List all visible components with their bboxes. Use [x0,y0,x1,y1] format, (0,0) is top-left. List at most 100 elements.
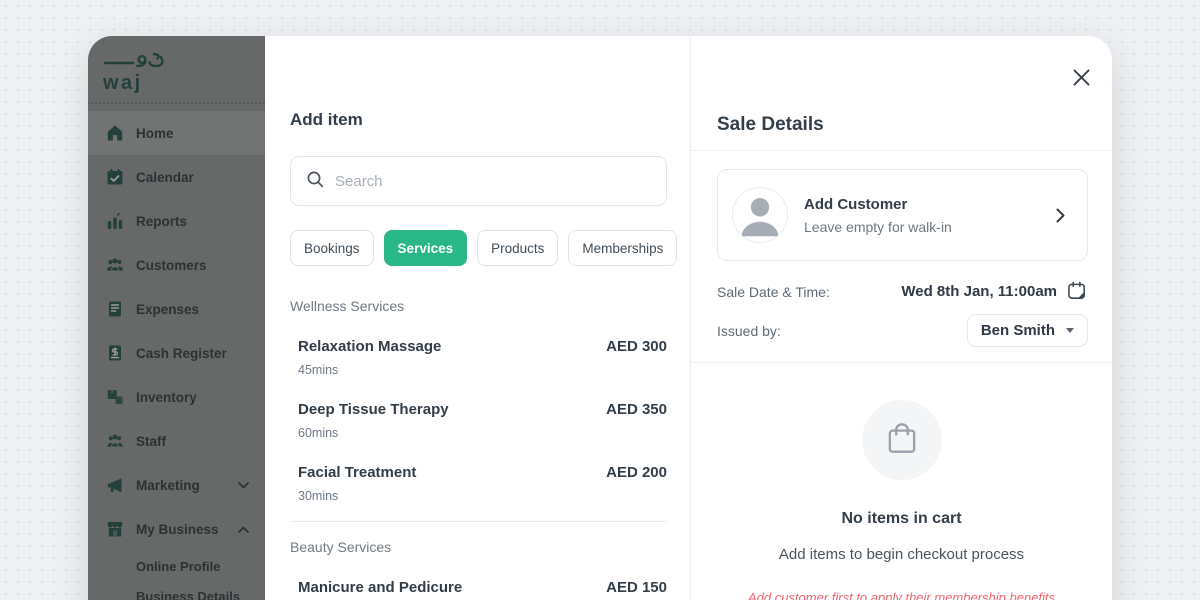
sidebar-item-label: Reports [136,213,188,229]
waj-arabic-mark-icon [103,52,171,71]
reports-icon [106,212,124,230]
sidebar-item-reports[interactable]: Reports [88,199,265,243]
sidebar-nav: Home Calendar Reports Customers Expenses… [88,111,265,600]
expenses-icon [106,300,124,318]
tab-label: Bookings [304,240,360,256]
empty-cart-subtitle: Add items to begin checkout process [778,546,1025,563]
service-name: Deep Tissue Therapy [298,401,449,418]
sidebar-item-marketing[interactable]: Marketing [88,463,265,507]
empty-cart-warning: Add customer first to apply their member… [747,590,1056,600]
sale-details-title: Sale Details [717,114,824,135]
chevron-down-icon [238,481,249,489]
sale-date-row: Sale Date & Time: Wed 8th Jan, 11:00am [717,281,1088,302]
staff-icon [106,432,124,450]
app-window: waj Home Calendar Reports Customers Expe… [88,36,1112,600]
sale-details-panel: Sale Details Add Customer Leave empty fo… [690,36,1112,600]
add-customer-subtitle: Leave empty for walk-in [804,218,952,235]
service-name: Manicure and Pedicure [298,579,463,596]
sale-details-header: Sale Details [691,36,1112,151]
search-box[interactable] [290,156,667,206]
tab-memberships[interactable]: Memberships [568,230,678,266]
issued-by-row: Issued by: Ben Smith [717,314,1088,347]
service-name: Facial Treatment [298,464,417,481]
section-divider [290,521,667,522]
waj-logo: waj [103,51,171,93]
sidebar-item-label: Home [136,125,174,141]
close-button[interactable] [1071,69,1091,91]
add-item-title: Add item [290,110,363,129]
logo-text: waj [103,72,143,94]
home-icon [106,124,124,142]
sidebar-item-calendar[interactable]: Calendar [88,155,265,199]
add-customer-title: Add Customer [804,195,908,213]
sidebar-item-label: Inventory [136,389,197,405]
service-duration: 60mins [298,426,339,440]
service-name: Relaxation Massage [298,338,442,355]
service-section-title: Wellness Services [290,298,405,314]
sidebar-item-home[interactable]: Home [88,111,265,155]
sidebar-item-staff[interactable]: Staff [88,419,265,463]
service-item[interactable]: Deep Tissue Therapy AED 350 60mins [290,401,667,440]
sidebar: waj Home Calendar Reports Customers Expe… [88,36,265,600]
sale-details-body: Add Customer Leave empty for walk-in Sal… [691,151,1112,347]
chevron-right-icon [1056,208,1065,223]
caret-down-icon [1066,328,1074,333]
tab-bookings[interactable]: Bookings [290,230,374,266]
service-item[interactable]: Manicure and Pedicure AED 150 90mins [290,579,667,600]
sidebar-item-label: Calendar [136,169,194,185]
sale-date-label: Sale Date & Time: [717,283,830,300]
calendar-icon [106,168,124,186]
service-price: AED 300 [606,338,667,355]
sidebar-subitem-online-profile[interactable]: Online Profile [88,551,265,581]
sidebar-item-label: Expenses [136,301,200,317]
sidebar-item-label: Customers [136,257,207,273]
tab-products[interactable]: Products [477,230,559,266]
inventory-icon [106,388,124,406]
issued-by-label: Issued by: [717,322,781,339]
shopping-bag-icon [883,419,921,462]
empty-cart-title: No items in cart [841,510,962,527]
calendar-edit-icon[interactable] [1067,281,1088,302]
avatar [732,187,788,243]
item-type-tabs: Bookings Services Products Memberships [290,230,678,266]
sidebar-item-label: Marketing [136,477,200,493]
bag-circle [861,400,942,480]
search-icon [306,170,324,193]
sidebar-item-label: Staff [136,433,166,449]
service-item[interactable]: Facial Treatment AED 200 30mins [290,464,667,503]
issued-by-dropdown[interactable]: Ben Smith [966,314,1088,347]
marketing-icon [106,476,124,494]
add-item-panel: Add item Bookings Services Products [265,36,690,600]
customers-icon [106,256,124,274]
chevron-up-icon [238,526,249,533]
sidebar-item-expenses[interactable]: Expenses [88,287,265,331]
tab-label: Services [397,240,454,256]
sidebar-item-inventory[interactable]: Inventory [88,375,265,419]
cash-register-icon [106,344,124,362]
sidebar-item-my-business[interactable]: My Business [88,507,265,551]
sidebar-divider [88,102,265,104]
close-icon [1073,69,1090,91]
sidebar-item-customers[interactable]: Customers [88,243,265,287]
tab-label: Memberships [582,240,664,256]
service-duration: 45mins [298,363,339,377]
service-duration: 30mins [298,489,339,503]
service-price: AED 200 [606,464,667,481]
sidebar-subitem-business-details[interactable]: Business Details [88,581,265,600]
service-price: AED 350 [606,401,667,418]
page-background: waj Home Calendar Reports Customers Expe… [0,0,1200,600]
sidebar-item-label: Cash Register [136,345,227,361]
add-customer-texts: Add Customer Leave empty for walk-in [804,196,952,235]
issued-by-value: Ben Smith [980,322,1055,339]
service-item[interactable]: Relaxation Massage AED 300 45mins [290,338,667,377]
sidebar-item-cash-register[interactable]: Cash Register [88,331,265,375]
my-business-icon [106,520,124,538]
add-customer-card[interactable]: Add Customer Leave empty for walk-in [717,169,1088,261]
sale-date-value: Wed 8th Jan, 11:00am [901,283,1057,300]
search-input[interactable] [335,172,651,190]
tab-label: Products [491,240,545,256]
service-price: AED 150 [606,579,667,596]
empty-cart-state: No items in cart Add items to begin chec… [691,363,1112,600]
sidebar-item-label: My Business [136,521,219,537]
tab-services[interactable]: Services [383,230,468,266]
